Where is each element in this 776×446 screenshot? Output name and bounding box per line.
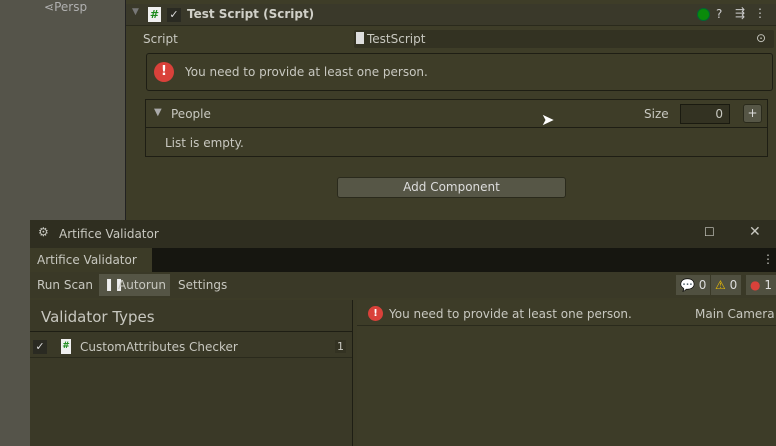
component-title: Test Script (Script)	[187, 7, 315, 21]
foldout-arrow-icon[interactable]: ▼	[132, 7, 139, 17]
script-icon: #	[148, 7, 161, 22]
validator-type-row[interactable]: ✓ # CustomAttributes Checker 1	[30, 336, 352, 358]
settings-button[interactable]: Settings	[178, 278, 227, 292]
add-element-button[interactable]: +	[743, 104, 762, 123]
persp-button[interactable]: ⋖Persp	[44, 0, 87, 14]
validator-types-header: Validator Types	[30, 300, 352, 332]
toolbar: Run Scan ❚❚ Autorun Settings 💬 0 ⚠ 0 ● 1	[30, 272, 776, 298]
run-scan-button[interactable]: Run Scan	[37, 278, 93, 292]
info-filter-button[interactable]: 💬 0	[676, 275, 711, 295]
warning-icon: ⚠	[715, 278, 726, 292]
add-component-button[interactable]: Add Component	[337, 177, 566, 198]
close-icon[interactable]: ✕	[749, 224, 761, 240]
log-row[interactable]: ! You need to provide at least one perso…	[357, 300, 776, 326]
people-list: ▼ People Size 0 + List is empty.	[145, 99, 768, 157]
script-icon: #	[61, 339, 71, 354]
validator-logo-icon: ⚙	[38, 225, 49, 239]
list-header[interactable]: ▼ People Size 0 +	[146, 100, 767, 128]
mouse-cursor-icon: ➤	[541, 110, 555, 129]
log-source: Main Camera	[695, 307, 775, 321]
help-icon[interactable]: ?	[716, 7, 722, 21]
object-picker-icon[interactable]: ⊙	[756, 31, 766, 45]
validator-enabled-checkbox[interactable]: ✓	[33, 340, 47, 354]
script-file-icon	[356, 32, 364, 44]
tab-artifice-validator[interactable]: Artifice Validator	[30, 248, 152, 272]
error-icon: !	[154, 62, 174, 82]
validation-log-panel: ! You need to provide at least one perso…	[357, 300, 776, 446]
tab-menu-icon[interactable]: ⋮	[762, 252, 774, 266]
inspector-panel: ▼ # ✓ Test Script (Script) ? ⇶ ⋮ Script …	[125, 0, 776, 220]
error-icon: !	[368, 306, 383, 321]
presets-icon[interactable]: ⇶	[735, 6, 745, 20]
maximize-icon[interactable]: ☐	[704, 225, 715, 239]
script-label: Script	[143, 32, 178, 46]
size-input[interactable]: 0	[680, 104, 730, 124]
perspective-icon: ⋖	[44, 0, 55, 14]
component-enabled-checkbox[interactable]: ✓	[167, 8, 181, 22]
help-box: ! You need to provide at least one perso…	[146, 53, 773, 91]
info-icon: 💬	[680, 278, 695, 292]
warning-filter-button[interactable]: ⚠ 0	[711, 275, 742, 295]
more-menu-icon[interactable]: ⋮	[754, 6, 766, 20]
foldout-arrow-icon: ▼	[154, 107, 162, 118]
tab-strip: Artifice Validator ⋮	[30, 248, 776, 272]
component-header[interactable]: ▼ # ✓ Test Script (Script) ? ⇶ ⋮	[126, 4, 776, 26]
window-title-bar[interactable]: ⚙ Artifice Validator ☐ ✕	[30, 220, 776, 248]
error-icon: ●	[750, 278, 761, 292]
script-field[interactable]: TestScript ⊙	[354, 30, 774, 48]
issue-count: 1	[335, 340, 346, 353]
error-filter-button[interactable]: ● 1	[746, 275, 776, 295]
empty-list-text: List is empty.	[165, 136, 244, 150]
validator-types-panel: Validator Types ✓ # CustomAttributes Che…	[30, 300, 353, 446]
autorun-toggle[interactable]: ❚❚ Autorun	[99, 274, 170, 296]
validator-window: ⚙ Artifice Validator ☐ ✕ Artifice Valida…	[30, 220, 776, 446]
status-dot-icon	[697, 8, 710, 21]
